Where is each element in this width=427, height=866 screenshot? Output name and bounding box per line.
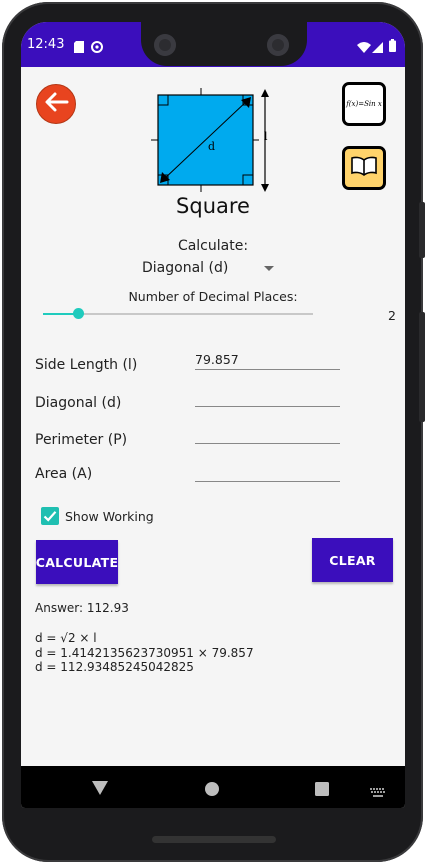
book-button[interactable] <box>342 146 386 190</box>
checkmark-icon <box>43 507 57 526</box>
perimeter-label: Perimeter (P) <box>35 432 128 448</box>
calculate-label: Calculate: <box>177 238 249 254</box>
working-step: d = 1.4142135623730951 × 79.857 <box>35 645 254 660</box>
back-triangle-icon[interactable] <box>92 780 108 799</box>
square-diagram: d l <box>151 88 271 196</box>
area-label: Area (A) <box>35 466 93 482</box>
working-steps: d = √2 × l d = 1.4142135623730951 × 79.8… <box>35 631 254 675</box>
decimal-places-label: Number of Decimal Places: <box>128 289 298 304</box>
sd-card-icon <box>74 38 84 57</box>
camera-notch <box>141 22 307 66</box>
wifi-icon <box>357 38 371 57</box>
speaker-grille <box>152 836 276 843</box>
status-bar: 12:43 <box>21 22 405 67</box>
calculate-dropdown[interactable]: Diagonal (d) <box>131 258 281 280</box>
side-length-label: l <box>264 130 268 143</box>
calculate-selected-value: Diagonal (d) <box>142 260 229 276</box>
book-icon <box>351 156 377 180</box>
diagonal-label: d <box>208 140 216 153</box>
area-input[interactable] <box>195 461 340 482</box>
power-button <box>419 202 425 258</box>
front-camera-icon <box>267 34 289 56</box>
home-circle-icon[interactable] <box>205 781 219 800</box>
calculate-button[interactable]: CALCULATE <box>36 540 118 584</box>
side-length-input[interactable] <box>195 349 340 370</box>
keyboard-icon[interactable] <box>370 783 386 802</box>
working-step: d = √2 × l <box>35 631 97 645</box>
clear-button[interactable]: CLEAR <box>312 538 393 582</box>
back-button[interactable] <box>36 84 76 124</box>
battery-icon <box>389 37 396 56</box>
decimal-places-value: 2 <box>388 308 396 323</box>
perimeter-input[interactable] <box>195 423 340 444</box>
answer-text: Answer: 112.93 <box>35 601 129 615</box>
arrow-left-icon <box>43 91 69 117</box>
slider-thumb[interactable] <box>73 308 85 319</box>
app-screen: 12:43 f(x)=Sin x d l Square Calculate: D… <box>21 22 405 808</box>
volume-button <box>419 312 425 422</box>
show-working-checkbox[interactable] <box>41 507 59 525</box>
show-working-label: Show Working <box>65 509 154 524</box>
system-nav-bar <box>21 766 405 808</box>
dropdown-arrow-icon <box>264 266 274 271</box>
decimal-places-slider[interactable] <box>43 304 313 324</box>
status-time: 12:43 <box>27 37 65 52</box>
side-length-label: Side Length (l) <box>35 357 138 373</box>
formula-icon: f(x)=Sin x <box>346 100 382 108</box>
diagonal-input[interactable] <box>195 386 340 407</box>
front-camera-icon <box>154 34 176 56</box>
working-step: d = 112.934852450428​25 <box>35 660 194 674</box>
sync-icon <box>91 38 103 57</box>
page-title: Square <box>176 194 250 218</box>
diagonal-label: Diagonal (d) <box>35 395 122 411</box>
signal-icon <box>372 38 383 57</box>
phone-frame: 12:43 f(x)=Sin x d l Square Calculate: D… <box>2 2 425 862</box>
recents-square-icon[interactable] <box>315 781 329 800</box>
formula-button[interactable]: f(x)=Sin x <box>342 82 386 126</box>
